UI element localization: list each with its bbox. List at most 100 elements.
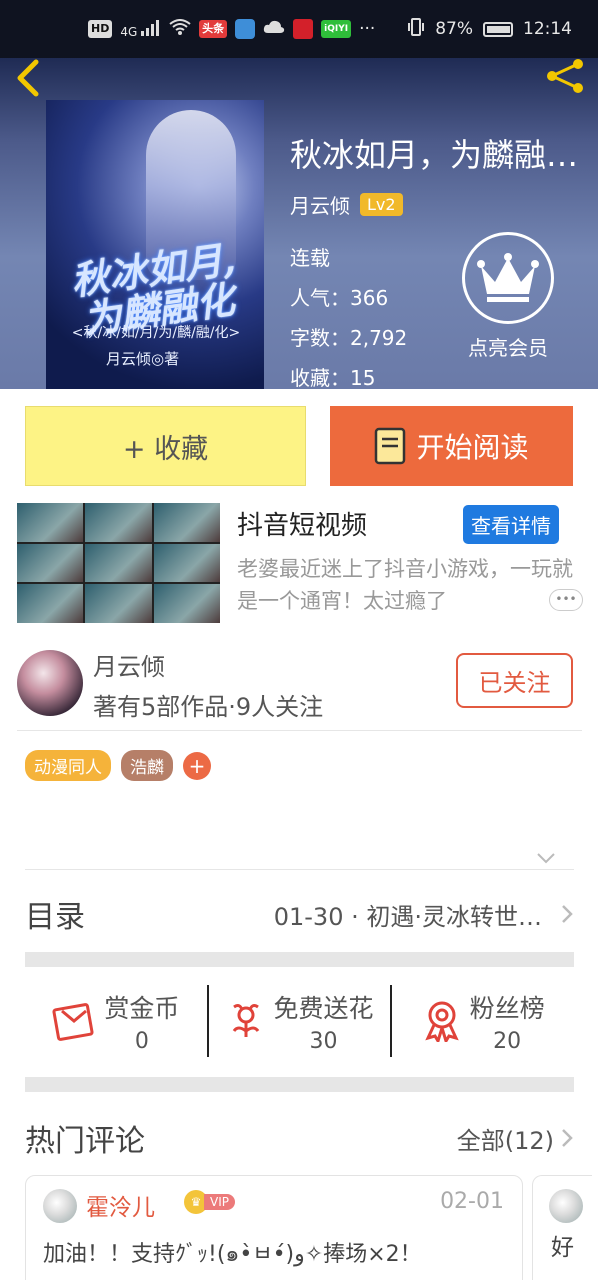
more-dots-icon: ··· [359,19,376,39]
book-icon [375,427,406,465]
word-count: 字数：2,792 [290,326,408,350]
ad-thumb-cell [17,543,84,583]
ad-thumb-cell [85,543,152,583]
chevron-left-icon [17,59,39,97]
tag-list: 动漫同人 浩麟 + [25,750,211,781]
comment-avatar[interactable] [549,1189,583,1223]
cloud-icon [263,19,285,40]
divider [17,730,582,731]
author-card[interactable]: 月云倾 著有5部作品·9人关注 已关注 [17,647,582,731]
collection-count: 收藏：15 [290,366,376,389]
comment-avatar[interactable] [43,1189,77,1223]
start-reading-label: 开始阅读 [416,431,529,464]
tag-chip[interactable]: 浩麟 [121,750,173,781]
cover-subtitle: <秋/冰/如/月/为/麟/融/化> [71,325,241,341]
hot-comments-title: 热门评论 [25,1124,145,1159]
catalog-row[interactable]: 目录 01-30 · 初遇·灵冰转世… [25,889,574,939]
reward-coins-value: 0 [134,1028,149,1054]
ad-thumb-cell [17,584,84,623]
ad-thumb-cell [153,503,220,542]
vip-badge-label: VIP [204,1194,235,1210]
flower-icon [232,1004,259,1037]
status-bar-left: HD 4G 头条 iQIYI ··· [88,18,376,40]
vip-circle [462,232,554,324]
crown-icon [477,253,539,302]
comment-text: 加油！！支持ｸﾞｯ!(๑•̀ㅂ•́)و✧捧场×2！ [43,1242,422,1267]
all-comments-link[interactable]: 全部(12) [457,1121,574,1156]
vip-label: 点亮会员 [468,336,548,360]
fan-rank-text: 粉丝榜 20 [470,989,545,1054]
author-card-info: 著有5部作品·9人关注 [93,693,324,721]
ad-thumb-cell [85,584,152,623]
divider [25,869,574,870]
ad-details-button[interactable]: 查看详情 [463,505,559,544]
red-envelope-icon [52,1003,94,1041]
ad-more-icon[interactable]: ••• [549,589,583,611]
hd-icon: HD [88,20,113,38]
cover-author: 月云倾◎著 [106,350,180,368]
fan-rank-label: 粉丝榜 [469,993,545,1023]
medal-icon [424,1001,459,1042]
comment-username[interactable]: 霍泠儿 [86,1188,155,1222]
fan-rank-button[interactable]: 粉丝榜 20 [390,985,574,1057]
ad-thumb-cell [17,503,84,542]
ad-title: 抖音短视频 [237,511,368,541]
book-title: 秋冰如月，为麟融… [290,136,579,174]
battery-percent: 87% [435,19,473,39]
chevron-right-icon [562,905,573,923]
fan-rank-value: 20 [493,1028,522,1054]
clock: 12:14 [523,19,572,39]
catalog-label: 目录 [25,900,85,935]
author-card-name: 月云倾 [93,653,165,681]
4g-signal-icon: 4G [120,19,161,39]
battery-icon [483,21,513,37]
section-separator [25,952,574,967]
reward-coins-text: 赏金币 0 [104,989,179,1054]
send-flower-value: 30 [309,1028,338,1054]
avatar[interactable] [17,650,83,716]
book-cover[interactable]: 秋冰如月, 为麟融化 <秋/冰/如/月/为/麟/融/化> 月云倾◎著 [46,100,264,389]
catalog-latest-wrap: 01-30 · 初遇·灵冰转世… [274,897,574,932]
send-flower-label: 免费送花 [273,993,374,1023]
share-icon [547,59,583,93]
book-status: 连载 [290,246,330,270]
chevron-right-icon [562,1129,573,1147]
collect-button[interactable]: + 收藏 [25,406,306,486]
ad-thumb-cell [153,543,220,583]
chevron-down-icon [537,853,555,864]
share-button[interactable] [544,58,588,98]
iqiyi-icon: iQIYI [321,20,352,38]
vibrate-icon [407,17,425,41]
book-detail-body: + 收藏 开始阅读 抖音短视频 查看详情 老婆最近迷上了抖音小游戏，一玩就是一个… [0,389,598,1280]
author-name[interactable]: 月云倾 [290,190,350,219]
comment-card[interactable]: 好 [532,1175,592,1280]
browser-icon [235,19,256,39]
add-tag-button[interactable]: + [183,751,211,780]
ad-description: 老婆最近迷上了抖音小游戏，一玩就是一个通宵！太过瘾了 [237,557,573,613]
catalog-latest-chapter: 01-30 · 初遇·灵冰转世… [273,902,542,931]
comment-date: 02-01 [440,1189,504,1214]
back-button[interactable] [14,58,50,97]
vip-button[interactable]: 点亮会员 [462,232,554,361]
send-flower-text: 免费送花 30 [274,989,374,1054]
comment-card[interactable]: 霍泠儿 ♛ VIP 02-01 加油！！支持ｸﾞｯ!(๑•̀ㅂ•́)و✧捧场×2… [25,1175,523,1280]
hot-comments-header: 热门评论 全部(12) [25,1116,574,1160]
status-bar: HD 4G 头条 iQIYI ··· 87% 12:14 [0,0,598,58]
start-reading-button[interactable]: 开始阅读 [330,406,573,486]
follow-button[interactable]: 已关注 [456,653,573,708]
reward-coins-label: 赏金币 [104,993,180,1023]
ad-banner[interactable]: 抖音短视频 查看详情 老婆最近迷上了抖音小游戏，一玩就是一个通宵！太过瘾了 ••… [17,503,583,623]
wifi-icon [169,18,191,40]
toutiao-icon: 头条 [199,20,228,38]
ad-thumbnail [17,503,220,623]
send-flower-button[interactable]: 免费送花 30 [206,985,391,1057]
support-actions: 赏金币 0 免费送花 30 粉丝榜 20 [25,985,574,1057]
expand-button[interactable] [536,845,556,869]
level-badge: Lv2 [360,193,403,216]
reward-coins-button[interactable]: 赏金币 0 [25,985,207,1057]
section-separator [25,1077,574,1092]
status-bar-right: 87% 12:14 [407,17,572,41]
ad-thumb-cell [85,503,152,542]
ad-thumb-cell [153,584,220,623]
tag-chip[interactable]: 动漫同人 [25,750,111,781]
